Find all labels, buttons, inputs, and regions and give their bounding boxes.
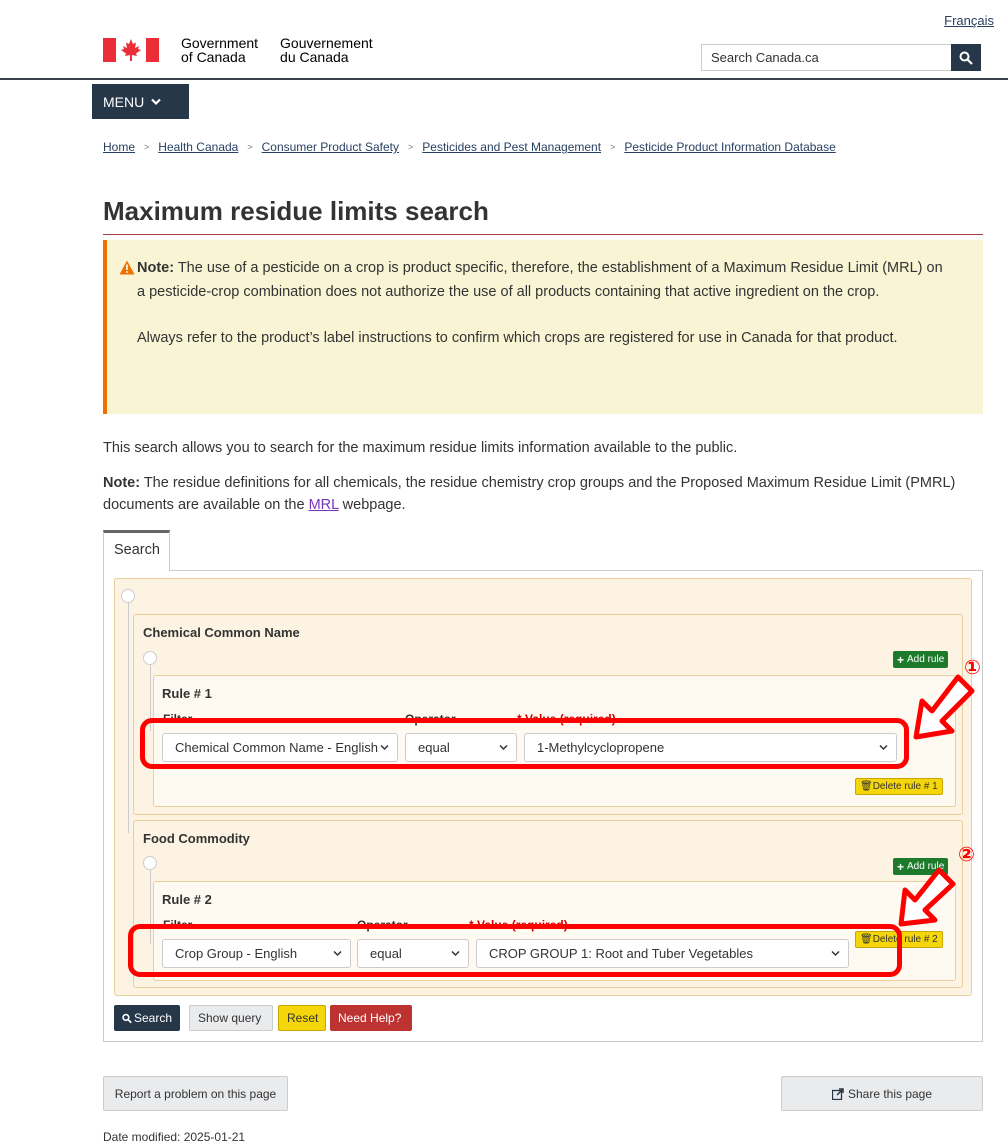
search-icon (122, 1013, 132, 1023)
search-button[interactable] (951, 44, 981, 71)
page-title: Maximum residue limits search (103, 196, 489, 226)
header-divider (0, 78, 1008, 80)
share-page-button[interactable]: Share this page (781, 1076, 983, 1111)
government-of-canada-logo[interactable]: Government of Canada Gouvernement du Canad… (103, 36, 395, 64)
annotation-box-1 (140, 718, 909, 769)
group-connector (143, 856, 157, 870)
mrl-link[interactable]: MRL (309, 497, 339, 513)
breadcrumb-health-canada[interactable]: Health Canada (158, 140, 238, 154)
delete-rule-button[interactable]: 🗑 Delete rule # 1 (855, 778, 943, 795)
alert-text-2: Always refer to the product’s label inst… (137, 330, 898, 346)
language-toggle-link[interactable]: Français (944, 13, 994, 28)
tab-search[interactable]: Search (103, 530, 170, 571)
search-submit-button[interactable]: Search (114, 1005, 180, 1031)
breadcrumb-pesticides[interactable]: Pesticides and Pest Management (422, 140, 601, 154)
annotation-number-2: ② (958, 844, 975, 866)
alert-text-1: Note: The use of a pesticide on a crop i… (137, 260, 943, 300)
reset-button[interactable]: Reset (278, 1005, 326, 1031)
search-input[interactable]: Search Canada.ca (701, 44, 951, 71)
menu-button[interactable]: MENU (92, 84, 189, 119)
share-icon (831, 1087, 844, 1100)
annotation-arrow-1 (913, 674, 975, 740)
government-wordmark: Government of Canada Gouvernement du Canad… (181, 35, 373, 65)
show-query-button[interactable]: Show query (189, 1005, 273, 1031)
breadcrumb-home[interactable]: Home (103, 140, 135, 154)
tree-line (128, 603, 129, 833)
add-rule-button[interactable]: + Add rule (893, 651, 949, 668)
root-connector (121, 589, 135, 603)
date-modified: Date modified: 2025-01-21 (103, 1130, 246, 1142)
search-icon (959, 51, 973, 65)
warning-alert: Note: The use of a pesticide on a crop i… (103, 240, 983, 414)
chevron-down-icon (151, 98, 162, 105)
note-text: Note: The residue definitions for all ch… (103, 475, 956, 513)
annotation-arrow-2 (898, 867, 956, 927)
rule-title: Rule # 1 (162, 686, 212, 701)
title-underline (103, 234, 983, 235)
breadcrumb-pesticide-database[interactable]: Pesticide Product Information Database (624, 140, 835, 154)
warning-icon (119, 260, 135, 275)
rule-title: Rule # 2 (162, 892, 212, 907)
need-help-button[interactable]: Need Help? (330, 1005, 412, 1031)
canada-flag-icon (103, 38, 159, 62)
trash-icon: 🗑 (860, 781, 873, 792)
group-connector (143, 651, 157, 665)
breadcrumb-consumer-product-safety[interactable]: Consumer Product Safety (262, 140, 399, 154)
group-title: Chemical Common Name (143, 625, 300, 640)
group-title: Food Commodity (143, 831, 250, 846)
annotation-box-2 (128, 924, 902, 977)
intro-text: This search allows you to search for the… (103, 440, 738, 456)
breadcrumb: Home > Health Canada > Consumer Product Sa… (103, 140, 836, 154)
report-problem-button[interactable]: Report a problem on this page (103, 1076, 288, 1111)
site-search: Search Canada.ca (701, 44, 981, 71)
